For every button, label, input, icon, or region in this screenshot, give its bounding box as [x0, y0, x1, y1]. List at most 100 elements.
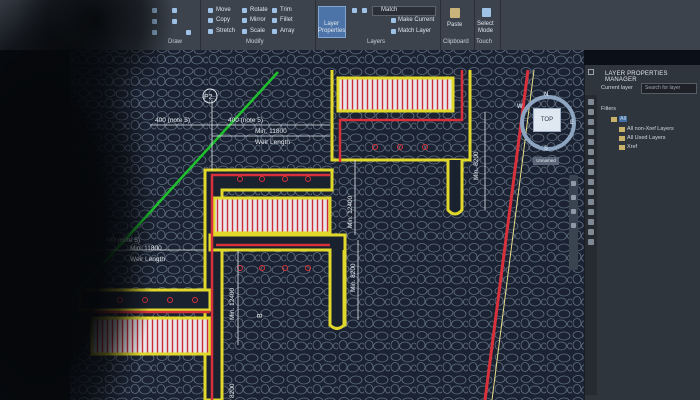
filters-label: Filters — [601, 106, 616, 112]
weir-post-2 — [328, 250, 346, 330]
ellipse-tool-icon[interactable] — [152, 30, 157, 35]
select-mode-label-2[interactable]: Mode — [478, 28, 493, 35]
lpm-title: LAYER PROPERTIES MANAGER — [605, 71, 668, 83]
viewcube-top-face[interactable]: TOP — [533, 108, 561, 132]
filter-tree-nonxref[interactable]: All non-Xref Layers — [627, 126, 674, 132]
weir-post-1 — [446, 160, 464, 216]
layer-dropdown[interactable]: Match — [372, 6, 436, 16]
make-current-button[interactable]: Make Current — [398, 17, 434, 24]
dim-min-8200-b: Min. 8200 — [350, 263, 357, 292]
refresh-icon[interactable] — [588, 129, 594, 135]
orbit-icon[interactable] — [571, 209, 576, 214]
stretch-icon — [208, 29, 213, 34]
dim-note-right: 400 (note 5) — [228, 117, 263, 124]
paste-button[interactable]: Paste — [447, 22, 462, 29]
mirror-button[interactable]: Mirror — [250, 17, 266, 24]
fillet-icon — [272, 18, 277, 23]
arc-tool-icon[interactable] — [172, 8, 177, 13]
dim-note-left: 400 (note 5) — [155, 117, 190, 124]
stretch-button[interactable]: Stretch — [216, 28, 235, 35]
layers-panel-label[interactable]: Layers — [367, 39, 385, 45]
autocad-screen: Draw Move Rotate Trim Copy Mirror Fillet… — [0, 0, 700, 400]
freeze-icon[interactable] — [588, 189, 594, 195]
palette-close-icon[interactable] — [588, 69, 594, 75]
layer-dropdown-value: Match — [381, 7, 398, 13]
copy-button[interactable]: Copy — [216, 17, 230, 24]
p2-label: P2 — [204, 94, 213, 101]
copy-icon — [208, 18, 213, 23]
layer-states-icon[interactable] — [588, 169, 594, 175]
dim-note-lower: 400 (note 5) — [105, 237, 140, 244]
scale-button[interactable]: Scale — [250, 28, 265, 35]
array-button[interactable]: Array — [280, 28, 294, 35]
filter-tree-used[interactable]: All Used Layers — [627, 135, 666, 141]
compass-south[interactable]: S — [544, 146, 548, 152]
rectangle-tool-icon[interactable] — [152, 19, 157, 24]
invert-filter-icon[interactable] — [588, 159, 594, 165]
dim-min-12400: Min. 12400 — [347, 195, 354, 228]
dim-weir-length-b: Weir Length — [130, 256, 165, 263]
ucs-dropdown[interactable]: Unnamed — [533, 157, 559, 165]
paste-icon — [450, 8, 460, 18]
make-current-icon — [391, 18, 396, 23]
cad-drawing: P2 400 (note 5) 400 (note 5) Min. 11800 … — [70, 50, 584, 400]
plot-icon[interactable] — [588, 239, 594, 245]
channel-lower — [78, 288, 212, 312]
compass-west[interactable]: W — [517, 104, 523, 110]
move-button[interactable]: Move — [216, 7, 231, 14]
set-current-icon[interactable] — [588, 119, 594, 125]
mirror-icon — [242, 18, 247, 23]
draw-panel-label[interactable]: Draw — [168, 39, 182, 45]
dim-min-8200-a: Min. 8200 — [473, 151, 480, 180]
filter-icon[interactable] — [588, 149, 594, 155]
hatch-tool-icon[interactable] — [172, 19, 177, 24]
settings-icon[interactable] — [588, 139, 594, 145]
zoom-icon[interactable] — [571, 195, 576, 200]
draw-panel: Draw — [0, 0, 201, 50]
clipboard-panel-label[interactable]: Clipboard — [443, 39, 469, 45]
trim-button[interactable]: Trim — [280, 7, 292, 14]
delete-layer-icon[interactable] — [588, 109, 594, 115]
match-layer-icon — [391, 29, 396, 34]
layer-state-icon[interactable] — [352, 8, 357, 13]
isolate-icon[interactable] — [588, 179, 594, 185]
select-mode-label-1[interactable]: Select — [477, 21, 494, 28]
compass-north[interactable]: N — [544, 92, 548, 98]
dim-min-12400-b: Min. 12400 — [229, 287, 236, 320]
section-mark: B — [257, 313, 264, 318]
region-tool-icon[interactable] — [186, 30, 191, 35]
dim-weir-length: Weir Length — [255, 139, 290, 146]
dim-8200: 8200 — [229, 383, 236, 398]
rotate-button[interactable]: Rotate — [250, 7, 268, 14]
filter-icon-used — [619, 136, 625, 141]
showmotion-icon[interactable] — [571, 223, 576, 228]
filter-tree-all[interactable]: All — [619, 116, 628, 122]
match-layer-button[interactable]: Match Layer — [398, 28, 431, 35]
layer-properties-manager: LAYER PROPERTIES MANAGER Current layer S… — [584, 65, 700, 400]
layer-freeze-icon[interactable] — [362, 8, 367, 13]
scale-icon — [242, 29, 247, 34]
linetype-icon[interactable] — [588, 219, 594, 225]
lock-icon[interactable] — [588, 199, 594, 205]
touch-panel-label[interactable]: Touch — [476, 39, 492, 45]
filter-tree-xref[interactable]: Xref — [627, 144, 637, 150]
filter-icon-nonxref — [619, 127, 625, 132]
layer-properties-label-1: Layer — [324, 21, 340, 27]
modify-panel-label[interactable]: Modify — [246, 39, 264, 45]
navigation-bar — [569, 175, 578, 270]
folder-icon — [611, 117, 617, 122]
drawing-canvas[interactable]: P2 400 (note 5) 400 (note 5) Min. 11800 … — [70, 50, 584, 400]
layer-search-input[interactable]: Search for layer — [641, 83, 697, 94]
circle-tool-icon[interactable] — [152, 8, 157, 13]
fillet-button[interactable]: Fillet — [280, 17, 293, 24]
compass-east[interactable]: E — [570, 120, 574, 126]
weir-hatch-mid — [212, 196, 332, 235]
weir-hatch-top — [336, 76, 455, 113]
current-layer-label: Current layer — [601, 85, 633, 91]
color-icon[interactable] — [588, 209, 594, 215]
lpm-side-toolbar — [585, 95, 597, 395]
lineweight-icon[interactable] — [588, 229, 594, 235]
new-layer-icon[interactable] — [588, 99, 594, 105]
ribbon-toolbar: Draw Move Rotate Trim Copy Mirror Fillet… — [0, 0, 700, 50]
pan-icon[interactable] — [571, 181, 576, 186]
